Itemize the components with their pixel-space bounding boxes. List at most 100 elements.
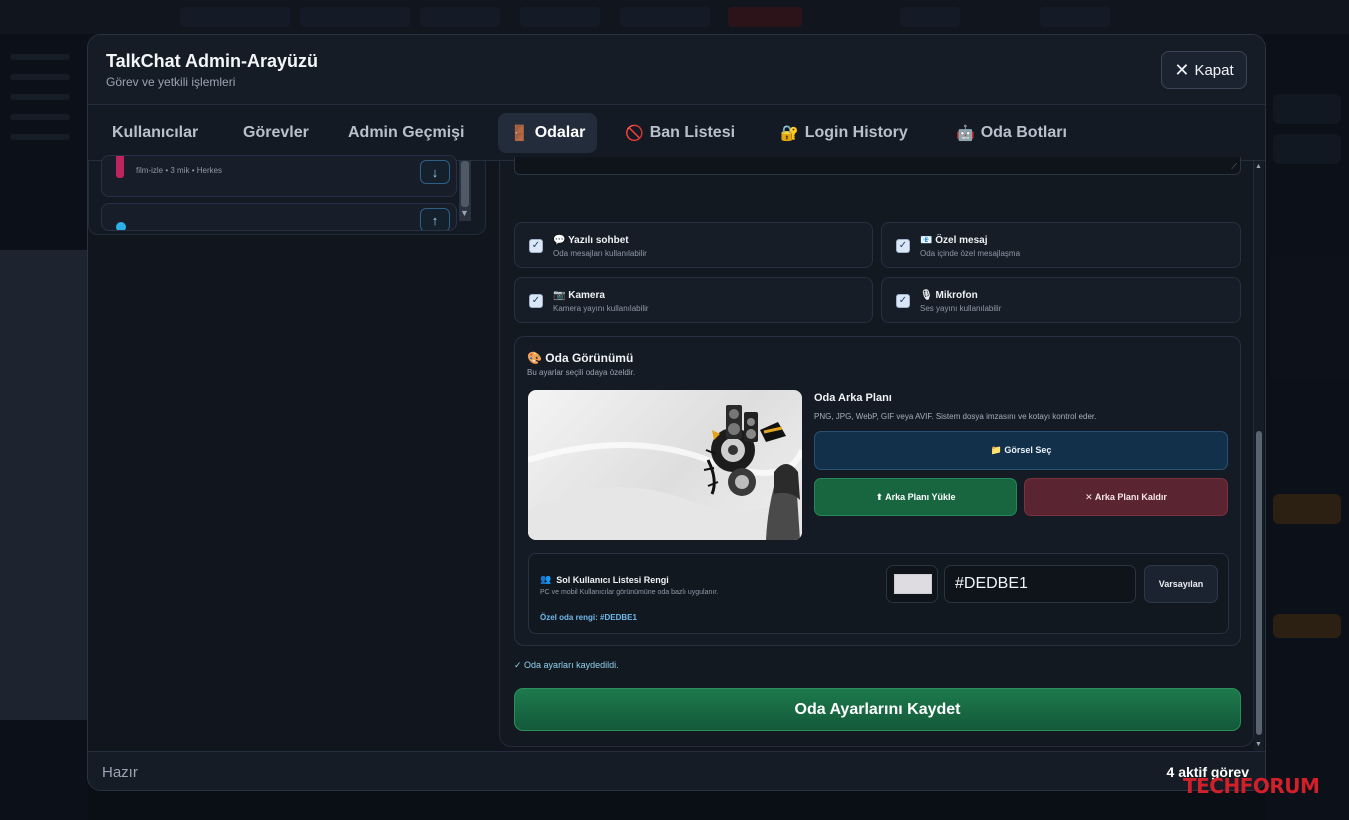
admin-modal: TalkChat Admin-Arayüzü Görev ve yetkili … xyxy=(87,34,1266,791)
status-text: Hazır xyxy=(102,764,138,781)
arrow-up-icon: ↑ xyxy=(431,212,439,228)
door-icon: 🚪 xyxy=(510,125,529,142)
option-label: Yazılı sohbet xyxy=(568,235,629,246)
room-settings-panel: ⟋ 💬 Yazılı sohbet Oda mesajları kullanıl… xyxy=(499,157,1254,747)
option-desc: Kamera yayını kullanılabilir xyxy=(553,304,649,313)
appearance-title-text: Oda Görünümü xyxy=(545,351,634,365)
scroll-up-icon[interactable]: ▲ xyxy=(1255,163,1262,170)
modal-subtitle: Görev ve yetkili işlemleri xyxy=(106,75,236,89)
user-list-color-settings: 👥 Sol Kullanıcı Listesi Rengi PC ve mobi… xyxy=(528,553,1229,634)
room-card[interactable]: film-izle • 3 mik • Herkes ↓ xyxy=(101,155,457,197)
tab-label: Admin Geçmişi xyxy=(348,124,465,141)
option-desc: Oda mesajları kullanılabilir xyxy=(553,249,647,258)
option-title: 💬 Yazılı sohbet xyxy=(553,235,629,246)
scrollbar-thumb[interactable] xyxy=(1256,431,1262,735)
background-description: PNG, JPG, WebP, GIF veya AVIF. Sistem do… xyxy=(814,412,1097,421)
tab-rooms[interactable]: 🚪 Odalar xyxy=(498,113,598,153)
option-desc: Ses yayını kullanılabilir xyxy=(920,304,1002,313)
room-card[interactable]: ↑ xyxy=(101,203,457,231)
room-description-textarea[interactable]: ⟋ xyxy=(514,157,1241,175)
upload-background-label: ⬆ Arka Planı Yükle xyxy=(875,491,956,502)
robot-icon: 🤖 xyxy=(956,125,975,142)
background-label: Oda Arka Planı xyxy=(814,392,892,404)
saved-status-message: ✓ Oda ayarları kaydedildi. xyxy=(514,660,619,670)
save-room-settings-button[interactable]: Oda Ayarlarını Kaydet xyxy=(514,688,1241,731)
custom-color-note: Özel oda rengi: #DEDBE1 xyxy=(540,613,637,622)
camera-icon: 📷 xyxy=(553,290,566,301)
option-title: 🎙 Mikrofon xyxy=(920,290,978,301)
remove-background-button[interactable]: ✕ Arka Planı Kaldır xyxy=(1024,478,1228,516)
room-meta: film-izle • 3 mik • Herkes xyxy=(136,166,223,175)
modal-footer: Hazır 4 aktif görev xyxy=(88,751,1265,790)
tab-label: Kullanıcılar xyxy=(112,124,199,141)
tab-label: Ban Listesi xyxy=(649,124,736,141)
users-icon: 👥 xyxy=(540,574,552,584)
option-microphone[interactable]: 🎙 Mikrofon Ses yayını kullanılabilir xyxy=(881,277,1241,323)
envelope-icon: 📧 xyxy=(920,235,933,246)
color-settings-desc: PC ve mobil Kullanıcılar görünümüne oda … xyxy=(540,589,719,596)
option-camera[interactable]: 📷 Kamera Kamera yayını kullanılabilir xyxy=(514,277,873,323)
palette-icon: 🎨 xyxy=(527,351,542,365)
color-settings-title-text: Sol Kullanıcı Listesi Rengi xyxy=(556,574,669,585)
close-button[interactable]: ✕ Kapat xyxy=(1161,51,1247,89)
option-label: Mikrofon xyxy=(935,290,978,301)
settings-scrollbar[interactable]: ▲ ▼ xyxy=(1254,161,1264,751)
upload-background-button[interactable]: ⬆ Arka Planı Yükle xyxy=(814,478,1017,516)
background-artwork xyxy=(528,405,802,540)
color-picker[interactable] xyxy=(886,565,938,603)
appearance-title: 🎨 Oda Görünümü xyxy=(527,351,633,365)
default-color-button[interactable]: Varsayılan xyxy=(1144,565,1218,603)
room-color-bar xyxy=(116,156,124,178)
tab-tasks[interactable]: Görevler xyxy=(231,113,321,153)
room-list-scrollbar[interactable]: ▼ xyxy=(459,161,471,221)
select-image-button[interactable]: 📁 Görsel Seç xyxy=(814,431,1228,470)
select-image-label: 📁 Görsel Seç xyxy=(990,445,1052,455)
tab-label: Odalar xyxy=(534,124,586,141)
hex-color-input[interactable]: #DEDBE1 xyxy=(944,565,1136,603)
option-text-chat[interactable]: 💬 Yazılı sohbet Oda mesajları kullanılab… xyxy=(514,222,873,268)
tab-bar: Kullanıcılar Görevler Admin Geçmişi 🚪 Od… xyxy=(88,105,1265,161)
modal-header: TalkChat Admin-Arayüzü Görev ve yetkili … xyxy=(88,35,1265,105)
tab-admin-history[interactable]: Admin Geçmişi xyxy=(336,113,476,153)
option-title: 📷 Kamera xyxy=(553,290,605,301)
tab-login-history[interactable]: 🔐 Login History xyxy=(768,113,920,153)
background-preview-image xyxy=(528,390,802,540)
tab-label: Oda Botları xyxy=(980,124,1067,141)
tab-label: Görevler xyxy=(243,124,309,141)
camera-checkbox[interactable] xyxy=(529,294,543,308)
appearance-subtitle: Bu ayarlar seçili odaya özeldir. xyxy=(527,368,636,377)
private-message-checkbox[interactable] xyxy=(896,239,910,253)
option-private-message[interactable]: 📧 Özel mesaj Oda içinde özel mesajlaşma xyxy=(881,222,1241,268)
option-label: Özel mesaj xyxy=(935,235,988,246)
scrollbar-thumb[interactable] xyxy=(461,161,469,207)
room-list-panel: film-izle • 3 mik • Herkes ↓ ↑ ▼ xyxy=(88,155,486,235)
room-appearance-section: 🎨 Oda Görünümü Bu ayarlar seçili odaya ö… xyxy=(514,336,1241,646)
arrow-down-icon: ↓ xyxy=(431,164,439,180)
move-down-button[interactable]: ↓ xyxy=(420,160,450,184)
modal-title: TalkChat Admin-Arayüzü xyxy=(106,51,319,71)
microphone-icon: 🎙 xyxy=(920,290,933,301)
scroll-down-icon[interactable]: ▼ xyxy=(1255,741,1262,748)
close-icon: ✕ xyxy=(1174,60,1190,80)
tab-ban-list[interactable]: 🚫 Ban Listesi xyxy=(613,113,747,153)
resize-grip-icon[interactable]: ⟋ xyxy=(1231,162,1237,172)
text-chat-checkbox[interactable] xyxy=(529,239,543,253)
lock-icon: 🔐 xyxy=(780,125,799,142)
move-up-button[interactable]: ↑ xyxy=(420,208,450,230)
chat-icon: 💬 xyxy=(553,235,566,246)
tab-label: Login History xyxy=(804,124,908,141)
close-button-label: Kapat xyxy=(1194,61,1234,79)
color-swatch[interactable] xyxy=(894,574,932,594)
option-title: 📧 Özel mesaj xyxy=(920,235,988,246)
option-label: Kamera xyxy=(568,290,605,301)
tab-room-bots[interactable]: 🤖 Oda Botları xyxy=(944,113,1079,153)
remove-background-label: ✕ Arka Planı Kaldır xyxy=(1085,491,1167,502)
microphone-checkbox[interactable] xyxy=(896,294,910,308)
color-settings-title: 👥 Sol Kullanıcı Listesi Rengi xyxy=(540,574,669,585)
techforum-watermark: TECHFORUM xyxy=(1183,774,1320,798)
room-color-dot xyxy=(116,222,126,230)
option-desc: Oda içinde özel mesajlaşma xyxy=(920,249,1021,258)
tab-users[interactable]: Kullanıcılar xyxy=(100,113,210,153)
ban-icon: 🚫 xyxy=(625,125,644,142)
scroll-down-icon[interactable]: ▼ xyxy=(460,208,469,218)
